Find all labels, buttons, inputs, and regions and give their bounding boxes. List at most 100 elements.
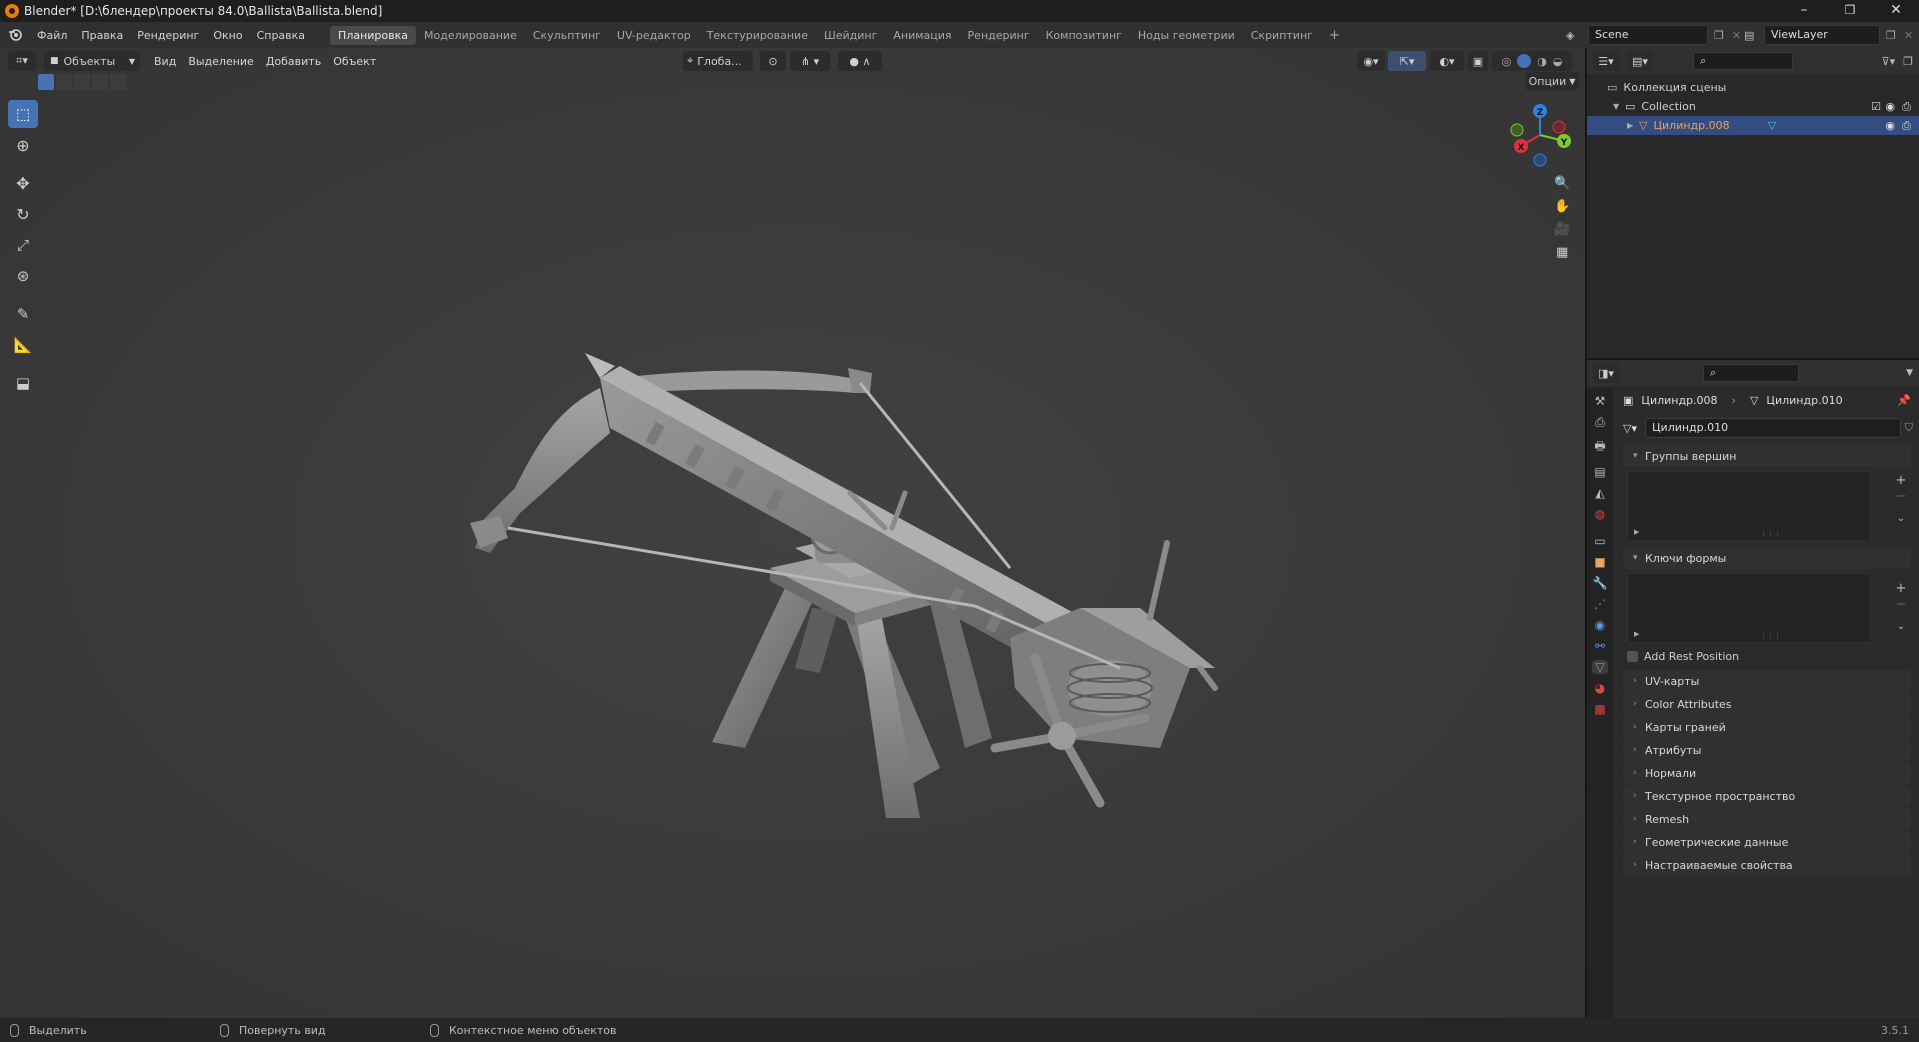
mesh-data-icon[interactable]: ▽: [1768, 119, 1776, 132]
tab-texture-paint[interactable]: Текстурирование: [699, 26, 816, 45]
camera-view-icon[interactable]: 🎥: [1554, 222, 1570, 237]
list-resize-handle[interactable]: ⋮⋮⋮: [1760, 530, 1781, 538]
zoom-icon[interactable]: 🔍: [1554, 176, 1570, 191]
outliner-scene-collection[interactable]: ▭ Коллекция сцены: [1587, 78, 1919, 97]
tab-sculpting[interactable]: Скульптинг: [525, 26, 609, 45]
fake-user-shield-icon[interactable]: ⛉: [1905, 421, 1913, 435]
panel-shape-keys[interactable]: ▾ Ключи формы: [1623, 547, 1911, 569]
mode-dropdown[interactable]: ■ Объекты ▼: [44, 51, 140, 71]
tab-layout[interactable]: Планировка: [330, 25, 417, 45]
menu-render[interactable]: Рендеринг: [130, 29, 206, 42]
scale-tool[interactable]: ⤢: [8, 231, 38, 259]
transform-tool[interactable]: ⊛: [8, 262, 38, 290]
tab-geometry-nodes[interactable]: Ноды геометрии: [1130, 26, 1243, 45]
pan-hand-icon[interactable]: ✋: [1554, 199, 1570, 214]
move-tool[interactable]: ✥: [8, 169, 38, 197]
select-subtract-icon[interactable]: [74, 74, 90, 90]
select-box-tool[interactable]: ⬚: [8, 100, 38, 128]
outliner-collection-row[interactable]: ▼ ▭ Collection ☑ ◉ ⎙: [1587, 97, 1919, 116]
scene-selector[interactable]: ◈ Scene ❐ ✕: [1566, 25, 1741, 45]
list-expand-icon[interactable]: ▶: [1634, 528, 1639, 536]
tab-animation[interactable]: Анимация: [885, 26, 959, 45]
panel-remesh[interactable]: › Remesh: [1623, 808, 1911, 830]
remove-vertex-group-button[interactable]: −: [1892, 488, 1910, 506]
proportional-edit-button[interactable]: ● ∧: [838, 51, 882, 71]
close-button[interactable]: ✕: [1873, 0, 1919, 22]
menu-object[interactable]: Объект: [327, 55, 382, 68]
viewlayer-name-field[interactable]: ViewLayer: [1764, 25, 1880, 45]
new-viewlayer-icon[interactable]: ❐: [1886, 29, 1896, 42]
delete-viewlayer-icon[interactable]: ✕: [1904, 29, 1913, 42]
vertex-group-specials-icon[interactable]: ⌄: [1892, 510, 1910, 528]
transform-orientation-dropdown[interactable]: ⌖ Глоба...: [683, 51, 753, 71]
shading-buttons[interactable]: ◎ ◑ ◒: [1492, 51, 1572, 71]
shape-key-specials-icon[interactable]: ⌄: [1892, 618, 1910, 636]
mesh-name-field[interactable]: Цилиндр.010: [1645, 418, 1901, 438]
panel-vertex-groups[interactable]: ▾ Группы вершин: [1623, 445, 1911, 467]
list-expand-icon[interactable]: ▶: [1634, 630, 1639, 638]
tab-compositing[interactable]: Композитинг: [1038, 26, 1130, 45]
tab-scripting[interactable]: Скриптинг: [1243, 26, 1321, 45]
delete-scene-icon[interactable]: ✕: [1732, 29, 1741, 42]
expand-arrow-icon[interactable]: ▶: [1627, 121, 1639, 130]
select-invert-icon[interactable]: [92, 74, 108, 90]
rendered-shading-icon[interactable]: ◒: [1553, 55, 1563, 68]
add-rest-position-row[interactable]: Add Rest Position: [1587, 647, 1919, 666]
outliner-editor-type-icon[interactable]: ☰▾: [1593, 51, 1619, 71]
outliner-search-input[interactable]: ⌕: [1693, 52, 1793, 70]
wireframe-shading-icon[interactable]: ◎: [1502, 55, 1512, 68]
perspective-grid-icon[interactable]: ▦: [1556, 245, 1568, 260]
tab-modeling[interactable]: Моделирование: [416, 26, 525, 45]
shape-keys-list[interactable]: ▶ ⋮⋮⋮: [1627, 573, 1871, 643]
panel-normals[interactable]: › Нормали: [1623, 762, 1911, 784]
properties-search-input[interactable]: ⌕: [1703, 364, 1799, 382]
visibility-button[interactable]: ◉▾: [1357, 51, 1385, 71]
overlay-toggle[interactable]: ◐▾: [1430, 51, 1464, 71]
new-collection-icon[interactable]: ❐: [1903, 55, 1913, 68]
panel-uv-maps[interactable]: › UV-карты: [1623, 670, 1911, 692]
gizmo-toggle[interactable]: ⇱▾: [1388, 51, 1426, 71]
vertex-groups-list[interactable]: ▶ ⋮⋮⋮: [1627, 471, 1871, 541]
panel-color-attributes[interactable]: › Color Attributes: [1623, 693, 1911, 715]
menu-view[interactable]: Вид: [148, 55, 182, 68]
pivot-point-button[interactable]: ⊙: [760, 51, 786, 71]
list-resize-handle[interactable]: ⋮⋮⋮: [1760, 632, 1781, 640]
navigation-gizmo[interactable]: X Y Z: [1505, 100, 1575, 170]
remove-shape-key-button[interactable]: −: [1892, 596, 1910, 614]
3d-viewport[interactable]: [0, 48, 1585, 1018]
add-rest-position-checkbox[interactable]: [1627, 651, 1638, 662]
select-intersect-icon[interactable]: [110, 74, 126, 90]
menu-edit[interactable]: Правка: [74, 29, 130, 42]
material-shading-icon[interactable]: ◑: [1537, 55, 1547, 68]
solid-shading-icon[interactable]: [1517, 54, 1532, 68]
panel-texture-space[interactable]: › Текстурное пространство: [1623, 785, 1911, 807]
properties-editor-type-icon[interactable]: ◨▾: [1593, 363, 1619, 383]
blender-menu-icon[interactable]: [0, 28, 30, 42]
menu-add[interactable]: Добавить: [260, 55, 327, 68]
viewlayer-selector[interactable]: ▤ ViewLayer ❐ ✕: [1744, 25, 1913, 45]
outliner-object-row[interactable]: ▶ ▽ Цилиндр.008 ▽ ◉ ⎙: [1587, 116, 1919, 135]
tab-uv-editing[interactable]: UV-редактор: [609, 26, 699, 45]
render-camera-icon[interactable]: ⎙: [1902, 100, 1911, 114]
snap-button[interactable]: ⋔ ▾: [790, 51, 830, 71]
menu-help[interactable]: Справка: [250, 29, 312, 42]
editor-type-button[interactable]: ⌗▾: [8, 51, 36, 71]
expand-arrow-icon[interactable]: ▼: [1613, 102, 1625, 111]
render-camera-icon[interactable]: ⎙: [1902, 119, 1911, 133]
add-workspace-button[interactable]: +: [1321, 25, 1348, 46]
add-cube-tool[interactable]: ⬓: [8, 369, 38, 397]
exclude-checkbox-icon[interactable]: ☑: [1871, 100, 1881, 113]
select-extend-icon[interactable]: [56, 74, 72, 90]
filter-icon[interactable]: ⊽▾: [1882, 55, 1896, 68]
options-button[interactable]: Опции ▼: [1525, 72, 1579, 90]
menu-select[interactable]: Выделение: [182, 55, 260, 68]
scene-name-field[interactable]: Scene: [1588, 25, 1708, 45]
measure-tool[interactable]: 📐: [8, 331, 38, 359]
menu-window[interactable]: Окно: [206, 29, 249, 42]
panel-face-maps[interactable]: › Карты граней: [1623, 716, 1911, 738]
tab-rendering[interactable]: Рендеринг: [960, 26, 1038, 45]
maximize-button[interactable]: ❐: [1827, 0, 1873, 22]
tool-tab-icon[interactable]: ⚒: [1595, 394, 1606, 408]
annotate-tool[interactable]: ✎: [8, 300, 38, 328]
cursor-tool[interactable]: ⊕: [8, 131, 38, 159]
